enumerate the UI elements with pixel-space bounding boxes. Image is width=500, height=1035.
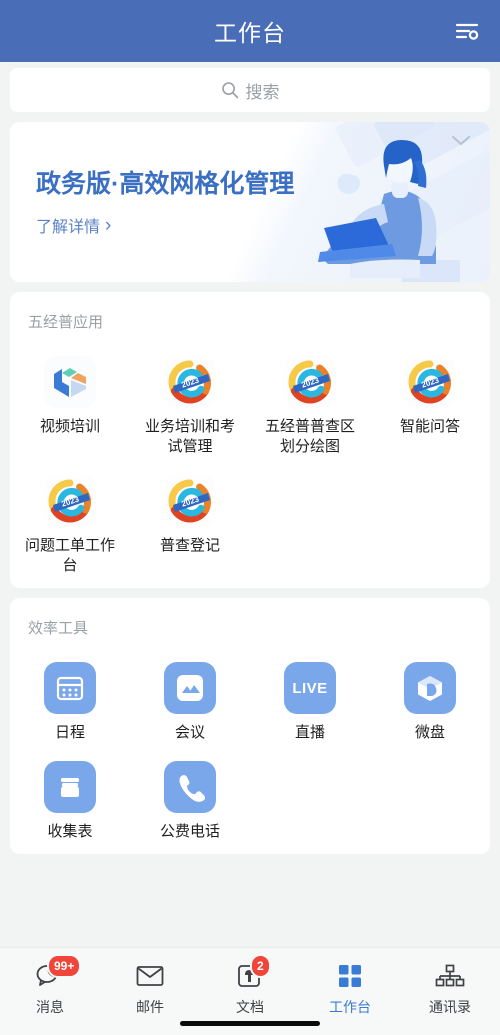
census-2023-logo-icon: 2023	[44, 475, 96, 527]
census-2023-logo-icon: 2023	[164, 475, 216, 527]
app-label: 五经普普查区划分绘图	[264, 418, 355, 455]
app-header: 工作台	[0, 0, 500, 62]
cube-drive-icon	[404, 662, 456, 714]
live-icon: LIVE	[284, 662, 336, 714]
app-item-calendar[interactable]: 日程	[10, 644, 130, 743]
app-label: 视频培训	[39, 418, 100, 435]
app-item-meeting[interactable]: 会议	[130, 644, 250, 743]
woman-with-laptop-illustration	[318, 140, 460, 282]
app-label: 公费电话	[159, 823, 220, 840]
scroll-content: 搜索 政务版·高效网格化管理 了解详情 › 五经普应用 视频培训 2023 业务…	[0, 62, 500, 947]
section-title: 五经普应用	[28, 314, 104, 331]
chat-bubbles-icon: 99+	[27, 954, 82, 994]
app-label: 普查登记	[159, 537, 220, 554]
envelope-icon	[127, 958, 173, 994]
app-grid: 日程 会议 LIVE 直播 微盘 收集表 公费电话	[10, 644, 490, 842]
app-label: 问题工单工作台	[24, 537, 115, 574]
nav-label: 工作台	[329, 999, 371, 1015]
grid-squares-icon	[327, 958, 373, 994]
app-label: 业务培训和考试管理	[144, 418, 235, 455]
nav-label: 通讯录	[429, 999, 471, 1015]
chevron-right-icon: ›	[105, 214, 112, 236]
home-indicator	[180, 1021, 320, 1026]
app-grid: 视频培训 2023 业务培训和考试管理 2023 五经普普查区划分绘图 2023…	[10, 338, 490, 576]
app-label: 直播	[294, 724, 325, 741]
census-2023-logo-icon: 2023	[164, 356, 216, 408]
app-item-video-training[interactable]: 视频培训	[10, 338, 130, 457]
app-item-collection-form[interactable]: 收集表	[10, 743, 130, 842]
archive-box-icon	[44, 761, 96, 813]
nav-item-contacts[interactable]: 通讯录	[400, 958, 500, 1017]
nav-label: 邮件	[136, 999, 164, 1015]
banner-detail-link[interactable]: 了解详情 ›	[36, 213, 294, 237]
page-title: 工作台	[214, 20, 286, 46]
app-screen: 工作台 搜索 政务版·高效网格化管理 了解详情 › 五经普应用 视频培训 202…	[0, 0, 500, 1035]
section-card-census: 五经普应用 视频培训 2023 业务培训和考试管理 2023 五经普普查区划分绘…	[10, 292, 490, 588]
calendar-icon	[44, 662, 96, 714]
app-item-census-registration[interactable]: 2023 普查登记	[130, 457, 250, 576]
section-title: 效率工具	[28, 620, 89, 637]
nav-label: 文档	[236, 999, 264, 1015]
app-label: 智能问答	[399, 418, 460, 435]
app-item-smart-qa[interactable]: 2023 智能问答	[370, 338, 490, 457]
promo-banner[interactable]: 政务版·高效网格化管理 了解详情 ›	[10, 122, 490, 282]
banner-title: 政务版·高效网格化管理	[36, 170, 295, 198]
document-badge: 2	[250, 954, 271, 978]
org-chart-icon	[427, 958, 473, 994]
meeting-icon	[164, 662, 216, 714]
section-card-efficiency-tools: 效率工具 日程 会议 LIVE 直播 微盘 收集表 公费电话	[10, 598, 490, 854]
app-item-census-district-mapping[interactable]: 2023 五经普普查区划分绘图	[250, 338, 370, 457]
phone-icon	[164, 761, 216, 813]
document-pen-icon: 2	[227, 954, 273, 994]
census-2023-logo-icon: 2023	[404, 356, 456, 408]
banner-text-block: 政务版·高效网格化管理 了解详情 ›	[36, 164, 294, 237]
settings-list-icon[interactable]	[450, 14, 484, 48]
app-label: 收集表	[47, 823, 93, 840]
app-label: 会议	[174, 724, 205, 741]
search-icon	[221, 82, 238, 99]
app-item-issue-ticket-workbench[interactable]: 2023 问题工单工作台	[10, 457, 130, 576]
app-item-drive[interactable]: 微盘	[370, 644, 490, 743]
nav-item-messages[interactable]: 99+ 消息	[0, 954, 100, 1017]
hexagon-u-logo-icon	[44, 356, 96, 408]
search-input[interactable]: 搜索	[10, 68, 490, 112]
live-text: LIVE	[292, 679, 328, 697]
app-label: 日程	[54, 724, 85, 741]
nav-item-documents[interactable]: 2 文档	[200, 954, 300, 1017]
banner-link-label: 了解详情	[36, 219, 101, 236]
nav-label: 消息	[36, 999, 64, 1015]
chevron-down-icon[interactable]	[450, 134, 472, 152]
app-item-company-phone[interactable]: 公费电话	[130, 743, 250, 842]
app-item-live[interactable]: LIVE 直播	[250, 644, 370, 743]
app-item-business-training-exam[interactable]: 2023 业务培训和考试管理	[130, 338, 250, 457]
message-badge: 99+	[47, 954, 82, 978]
app-label: 微盘	[414, 724, 445, 741]
nav-item-workbench[interactable]: 工作台	[300, 958, 400, 1017]
census-2023-logo-icon: 2023	[284, 356, 336, 408]
search-placeholder: 搜索	[245, 82, 280, 102]
nav-item-mail[interactable]: 邮件	[100, 958, 200, 1017]
